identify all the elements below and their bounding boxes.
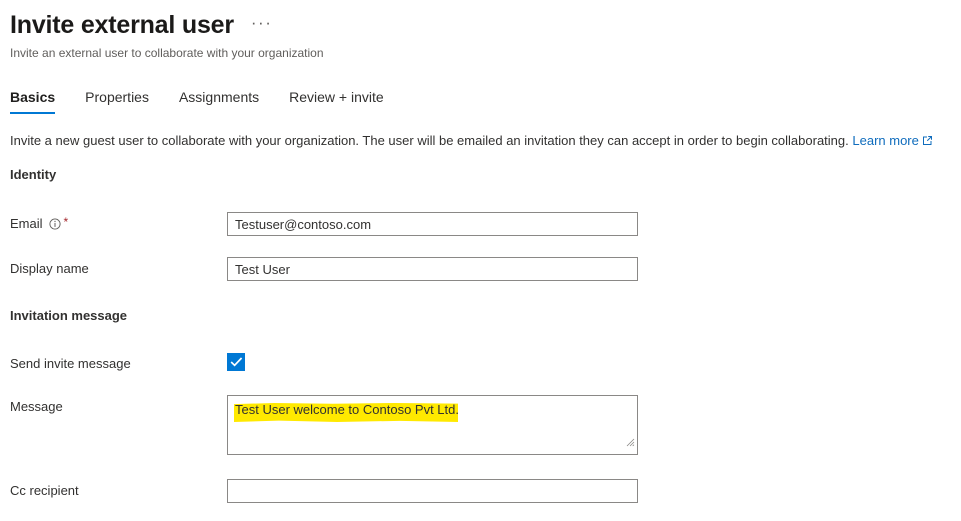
required-asterisk: *	[63, 215, 69, 229]
field-row-message: Message	[0, 395, 961, 455]
email-input[interactable]	[227, 212, 638, 236]
checkmark-icon	[230, 356, 243, 369]
info-icon[interactable]	[48, 217, 61, 230]
cc-recipient-input[interactable]	[227, 479, 638, 503]
tab-properties[interactable]: Properties	[85, 88, 149, 114]
section-invitation-message-heading: Invitation message	[10, 308, 128, 323]
cc-recipient-label: Cc recipient	[10, 483, 79, 498]
learn-more-link[interactable]: Learn more	[852, 133, 918, 148]
intro-description: Invite a new guest user to collaborate w…	[10, 133, 849, 148]
email-label-group: Email *	[10, 212, 227, 232]
external-link-icon[interactable]	[922, 133, 933, 151]
tab-bar: Basics Properties Assignments Review + i…	[0, 84, 961, 114]
title-row: Invite external user ···	[10, 10, 961, 40]
tab-assignments[interactable]: Assignments	[179, 88, 259, 114]
tab-basics[interactable]: Basics	[10, 88, 56, 114]
section-identity-heading: Identity	[10, 167, 57, 182]
page-title: Invite external user	[10, 11, 234, 39]
more-options-icon[interactable]: ···	[248, 12, 275, 39]
send-invite-message-checkbox[interactable]	[227, 353, 245, 371]
field-row-email: Email *	[0, 212, 961, 236]
field-row-cc-recipient: Cc recipient	[0, 479, 961, 503]
display-name-label: Display name	[10, 261, 89, 276]
email-label: Email	[10, 216, 43, 231]
page-subtitle: Invite an external user to collaborate w…	[10, 46, 324, 60]
tab-review-invite[interactable]: Review + invite	[289, 88, 384, 114]
field-row-display-name: Display name	[0, 257, 961, 281]
display-name-input[interactable]	[227, 257, 638, 281]
message-label: Message	[10, 399, 63, 414]
page-header: Invite external user ··· Invite an exter…	[0, 0, 961, 61]
intro-text-block: Invite a new guest user to collaborate w…	[0, 132, 961, 151]
message-textarea[interactable]	[227, 395, 638, 455]
send-invite-message-label: Send invite message	[10, 356, 131, 371]
message-textarea-wrap	[227, 395, 638, 455]
field-row-send-invite-message: Send invite message	[0, 352, 961, 372]
